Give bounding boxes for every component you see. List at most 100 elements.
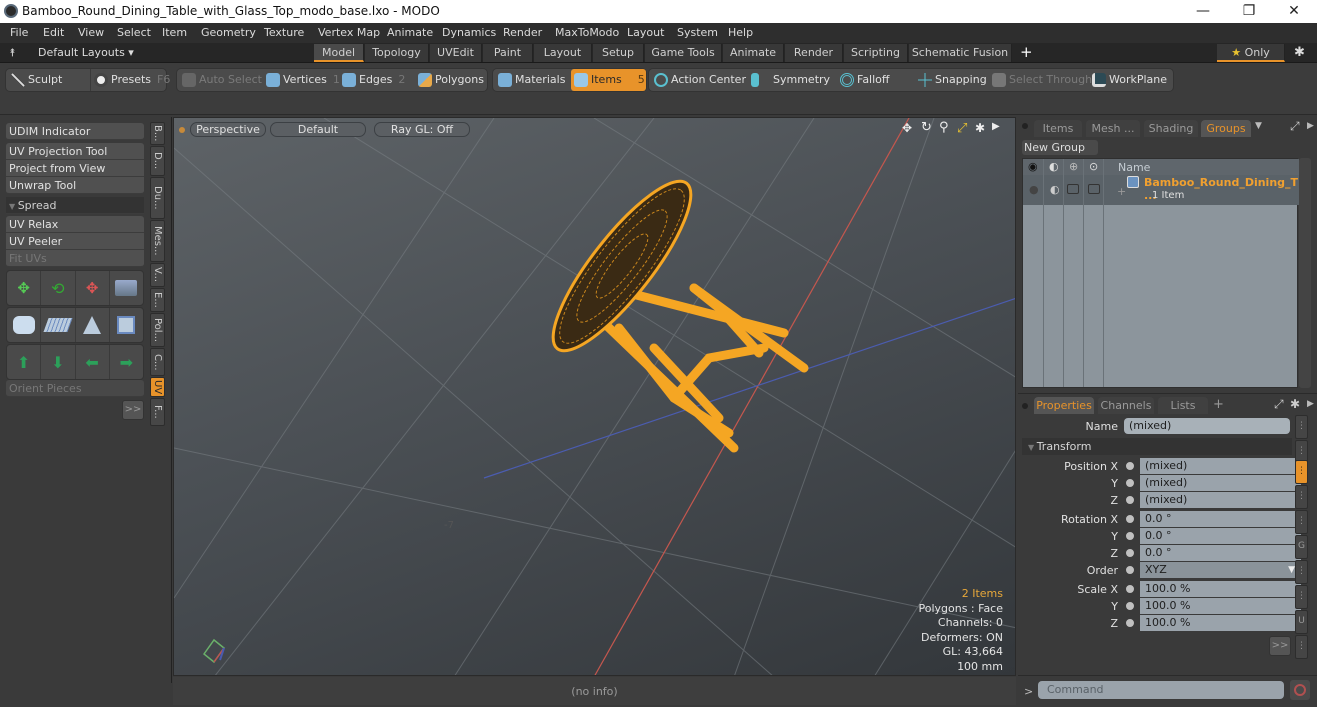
select-column-icon[interactable]: ⊙	[1089, 160, 1098, 173]
pan-icon[interactable]: ✥	[902, 121, 912, 135]
tab-scripting[interactable]: Scripting	[844, 44, 908, 62]
tab-animate[interactable]: Animate	[723, 44, 784, 62]
menu-geometry[interactable]: Geometry	[201, 26, 256, 39]
render-column-icon[interactable]: ◐	[1049, 160, 1059, 173]
select-through-button[interactable]: Select Through	[989, 69, 1092, 91]
viewport-settings-icon[interactable]: ✱	[975, 121, 985, 135]
materials-button[interactable]: Materials	[495, 69, 569, 91]
fit-uvs-button[interactable]: Fit UVs	[6, 250, 144, 267]
menu-select[interactable]: Select	[117, 26, 151, 39]
uv-planar-icon[interactable]	[41, 308, 76, 342]
tab-render[interactable]: Render	[785, 44, 843, 62]
scale-x-keyframe-icon[interactable]	[1124, 583, 1136, 595]
close-button[interactable]: ✕	[1271, 0, 1317, 23]
tab-schematic-fusion[interactable]: Schematic Fusion	[909, 44, 1012, 62]
table-wireframe[interactable]	[534, 165, 809, 453]
record-macro-button[interactable]	[1290, 680, 1310, 700]
tab-groups[interactable]: Groups	[1201, 120, 1251, 137]
rotation-y-field[interactable]: 0.0 °	[1140, 528, 1301, 544]
position-y-keyframe-icon[interactable]	[1124, 477, 1136, 489]
expand-properties-icon[interactable]: ⤢	[1274, 397, 1284, 412]
new-group-button[interactable]: New Group	[1022, 140, 1098, 155]
edges-button[interactable]: Edges 2	[339, 69, 414, 91]
viewport-more-icon[interactable]: ▶	[992, 121, 1000, 132]
tab-game-tools[interactable]: Game Tools	[645, 44, 722, 62]
menu-edit[interactable]: Edit	[43, 26, 64, 39]
view-type-dropdown[interactable]: Perspective	[190, 122, 266, 137]
align-up-icon[interactable]: ⬆	[7, 345, 42, 379]
udim-indicator-button[interactable]: UDIM Indicator	[6, 123, 144, 140]
position-z-keyframe-icon[interactable]	[1124, 494, 1136, 506]
menu-item[interactable]: Item	[162, 26, 187, 39]
rotation-z-field[interactable]: 0.0 °	[1140, 545, 1301, 561]
properties-options-icon[interactable]	[1022, 403, 1028, 409]
panel-options-icon[interactable]	[1022, 123, 1028, 129]
layout-up-icon[interactable]: ⯭	[9, 46, 16, 60]
shading-mode-dropdown[interactable]: Default	[270, 122, 366, 137]
add-layout-tab-button[interactable]: +	[1020, 43, 1033, 61]
rotate-view-icon[interactable]: ↻	[921, 120, 932, 135]
sculpt-button[interactable]: Sculpt	[8, 69, 88, 91]
tab-items[interactable]: Items	[1034, 120, 1082, 137]
workplane-button[interactable]: WorkPlane	[1089, 69, 1173, 91]
uv-transform-tool-icon[interactable]	[110, 271, 143, 305]
items-button[interactable]: Items 5	[571, 69, 646, 91]
transform-section-header[interactable]: ▼ Transform	[1022, 438, 1292, 455]
default-layouts-dropdown[interactable]: Default Layouts ▾	[38, 46, 134, 59]
viewport-options-icon[interactable]	[179, 127, 185, 133]
command-input[interactable]: Command	[1038, 681, 1284, 699]
menu-dynamics[interactable]: Dynamics	[442, 26, 496, 39]
tabs-dropdown-icon[interactable]: ▼	[1255, 121, 1262, 131]
position-z-field[interactable]: (mixed)	[1140, 492, 1301, 508]
project-from-view-button[interactable]: Project from View	[6, 160, 144, 177]
groups-scrollbar[interactable]	[1299, 158, 1311, 388]
menu-system[interactable]: System	[677, 26, 718, 39]
falloff-button[interactable]: Falloff	[837, 69, 913, 91]
uv-relax-button[interactable]: UV Relax	[6, 216, 144, 233]
align-right-icon[interactable]: ➡	[110, 345, 143, 379]
expand-row-icon[interactable]: +	[1117, 185, 1126, 198]
scale-z-field[interactable]: 100.0 %	[1140, 615, 1301, 631]
rotation-y-keyframe-icon[interactable]	[1124, 530, 1136, 542]
scale-x-field[interactable]: 100.0 %	[1140, 581, 1301, 597]
vtab-uv[interactable]: UV	[150, 377, 165, 397]
side-tab-1[interactable]: ⋮	[1295, 415, 1308, 439]
vtab-f[interactable]: F...	[150, 398, 165, 426]
position-y-field[interactable]: (mixed)	[1140, 475, 1301, 491]
vtab-d[interactable]: D...	[150, 146, 165, 176]
only-toggle[interactable]: ★ Only	[1217, 44, 1285, 62]
uv-peeler-button[interactable]: UV Peeler	[6, 233, 144, 250]
gear-icon[interactable]: ✱	[1294, 45, 1305, 60]
vtab-c[interactable]: C...	[150, 348, 165, 376]
add-properties-tab-button[interactable]: +	[1213, 397, 1224, 412]
menu-animate[interactable]: Animate	[387, 26, 433, 39]
tab-topology[interactable]: Topology	[365, 44, 429, 62]
properties-more-icon[interactable]: ▶	[1307, 399, 1314, 409]
menu-vertex-map[interactable]: Vertex Map	[318, 26, 380, 39]
side-tab-gr[interactable]: G	[1295, 535, 1308, 559]
menu-texture[interactable]: Texture	[264, 26, 304, 39]
uv-rotate-tool-icon[interactable]: ⟲	[41, 271, 76, 305]
expand-panel-icon[interactable]: ⤢	[1290, 119, 1300, 134]
side-tab-active[interactable]: ⋮	[1295, 460, 1308, 484]
tab-shading[interactable]: Shading	[1144, 120, 1198, 137]
tab-mesh[interactable]: Mesh ...	[1086, 120, 1140, 137]
lock-column-icon[interactable]: ⊕	[1069, 160, 1078, 173]
align-left-icon[interactable]: ⬅	[76, 345, 110, 379]
scale-y-field[interactable]: 100.0 %	[1140, 598, 1301, 614]
rotation-x-keyframe-icon[interactable]	[1124, 513, 1136, 525]
uv-scale-tool-icon[interactable]: ✥	[76, 271, 110, 305]
vtab-mes[interactable]: Mes...	[150, 220, 165, 262]
side-tab-5[interactable]: ⋮	[1295, 510, 1308, 534]
order-keyframe-icon[interactable]	[1124, 564, 1136, 576]
tab-model[interactable]: Model	[314, 44, 364, 62]
vertices-button[interactable]: Vertices 1	[263, 69, 340, 91]
maximize-view-icon[interactable]: ⤢	[957, 121, 967, 136]
snapping-button[interactable]: Snapping	[915, 69, 987, 91]
side-tab-8[interactable]: ⋮	[1295, 585, 1308, 609]
rotation-z-keyframe-icon[interactable]	[1124, 547, 1136, 559]
panel-more-icon[interactable]: ▶	[1307, 121, 1314, 131]
minimize-button[interactable]: —	[1180, 0, 1226, 23]
vtab-v[interactable]: V...	[150, 263, 165, 287]
tab-channels[interactable]: Channels	[1098, 397, 1154, 414]
